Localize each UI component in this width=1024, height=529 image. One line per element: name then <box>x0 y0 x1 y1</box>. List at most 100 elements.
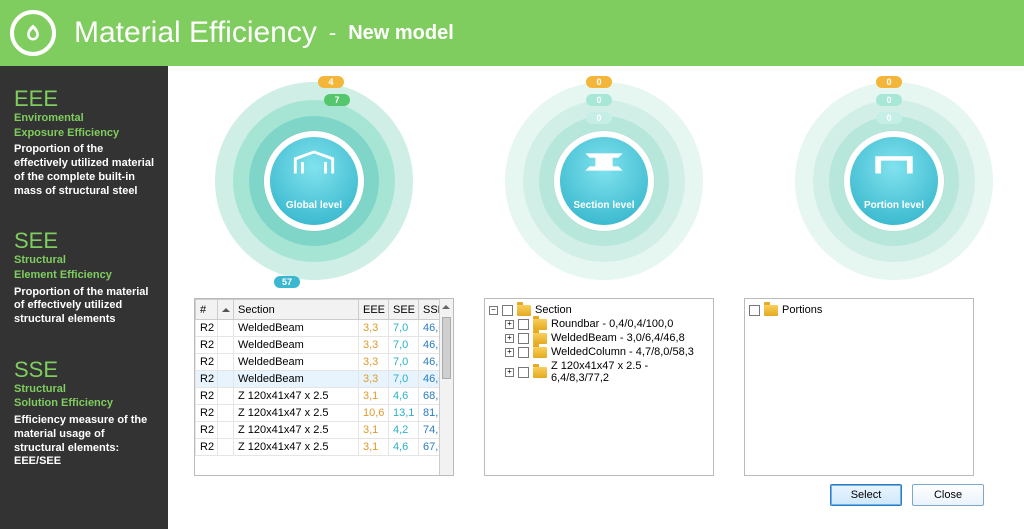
cell-eee: 10,6 <box>359 405 389 422</box>
checkbox[interactable] <box>518 367 529 378</box>
table-row[interactable]: R2Z 120x41x47 x 2.53,14,668,1 <box>196 388 453 405</box>
checkbox[interactable] <box>518 347 529 358</box>
cell-eee: 3,1 <box>359 388 389 405</box>
tree-item-label: WeldedBeam - 3,0/6,4/46,8 <box>551 332 685 344</box>
tree-item[interactable]: + WeldedColumn - 4,7/8,0/58,3 <box>489 345 709 359</box>
close-button[interactable]: Close <box>912 484 984 506</box>
cell-idx: R2 <box>196 439 218 456</box>
expand-icon[interactable]: + <box>505 320 514 329</box>
table-scrollbar[interactable] <box>439 299 453 475</box>
tree-item[interactable]: + Roundbar - 0,4/0,4/100,0 <box>489 317 709 331</box>
def-eee: EEE Enviromental Exposure Efficiency Pro… <box>14 88 154 198</box>
cell-see: 7,0 <box>389 371 419 388</box>
section-table[interactable]: # Section EEE SEE SSE R2WeldedBeam3,37,0… <box>194 298 454 476</box>
title-separator: - <box>329 20 336 46</box>
col-see[interactable]: SEE <box>389 300 419 320</box>
cell-see: 4,6 <box>389 439 419 456</box>
main-area: Global level 4 7 57 Section level 0 0 <box>168 66 1024 529</box>
cell-section: WeldedBeam <box>234 320 359 337</box>
def-sub2: Solution Efficiency <box>14 397 154 410</box>
expand-icon[interactable]: + <box>505 334 514 343</box>
select-button[interactable]: Select <box>830 484 902 506</box>
cell-see: 7,0 <box>389 337 419 354</box>
cell-section: WeldedBeam <box>234 371 359 388</box>
col-section[interactable]: Section <box>234 300 359 320</box>
def-sub1: Structural <box>14 254 154 267</box>
cell-blank <box>218 439 234 456</box>
cell-section: Z 120x41x47 x 2.5 <box>234 422 359 439</box>
cell-section: WeldedBeam <box>234 354 359 371</box>
section-see-pill: 0 <box>586 94 612 106</box>
def-sub2: Exposure Efficiency <box>14 127 154 140</box>
model-name: New model <box>348 22 454 45</box>
cell-idx: R2 <box>196 371 218 388</box>
table-row[interactable]: R2WeldedBeam3,37,046,6 <box>196 337 453 354</box>
col-idx[interactable]: # <box>196 300 218 320</box>
folder-icon <box>533 319 547 330</box>
tree-item[interactable]: + WeldedBeam - 3,0/6,4/46,8 <box>489 331 709 345</box>
dialog-buttons: Select Close <box>194 484 984 506</box>
folder-icon <box>533 347 547 358</box>
cell-section: Z 120x41x47 x 2.5 <box>234 439 359 456</box>
cell-see: 7,0 <box>389 354 419 371</box>
section-eee-pill: 0 <box>586 76 612 88</box>
def-sub1: Enviromental <box>14 112 154 125</box>
table-row[interactable]: R2WeldedBeam3,37,046,6 <box>196 371 453 388</box>
tree-item-label: Roundbar - 0,4/0,4/100,0 <box>551 318 673 330</box>
checkbox[interactable] <box>518 333 529 344</box>
cell-blank <box>218 354 234 371</box>
tree-item[interactable]: + Z 120x41x47 x 2.5 - 6,4/8,3/77,2 <box>489 359 709 385</box>
level-label: Portion level <box>864 200 924 211</box>
expand-icon[interactable]: + <box>505 368 514 377</box>
portion-see-pill: 0 <box>876 94 902 106</box>
col-eee[interactable]: EEE <box>359 300 389 320</box>
cell-eee: 3,3 <box>359 354 389 371</box>
app-logo <box>10 10 56 56</box>
cell-blank <box>218 337 234 354</box>
cell-see: 4,6 <box>389 388 419 405</box>
folder-icon <box>517 305 531 316</box>
portion-level-card[interactable]: Portion level 0 0 0 <box>774 70 1014 292</box>
def-see: SEE Structural Element Efficiency Propor… <box>14 230 154 327</box>
cell-eee: 3,1 <box>359 439 389 456</box>
checkbox[interactable] <box>502 305 513 316</box>
cell-idx: R2 <box>196 422 218 439</box>
tree-item-label: Z 120x41x47 x 2.5 - 6,4/8,3/77,2 <box>551 360 709 384</box>
table-row[interactable]: R2WeldedBeam3,37,046,6 <box>196 320 453 337</box>
cell-idx: R2 <box>196 388 218 405</box>
leaf-icon <box>23 23 43 43</box>
cell-blank <box>218 371 234 388</box>
portion-eee-pill: 0 <box>876 76 902 88</box>
tree-root-label: Section <box>535 304 572 316</box>
table-row[interactable]: R2Z 120x41x47 x 2.53,14,274,9 <box>196 422 453 439</box>
table-row[interactable]: R2Z 120x41x47 x 2.53,14,667,6 <box>196 439 453 456</box>
cell-see: 13,1 <box>389 405 419 422</box>
section-level-core: Section level <box>554 131 654 231</box>
section-level-card[interactable]: Section level 0 0 0 <box>484 70 724 292</box>
cell-eee: 3,3 <box>359 371 389 388</box>
def-desc: Proportion of the material of effectivel… <box>14 286 154 327</box>
tree-root: − Section <box>489 303 709 317</box>
expand-icon[interactable]: + <box>505 348 514 357</box>
collapse-icon[interactable]: − <box>489 306 498 315</box>
tree-item-label: WeldedColumn - 4,7/8,0/58,3 <box>551 346 694 358</box>
header-bar: Material Efficiency - New model <box>0 0 1024 66</box>
portions-tree[interactable]: Portions <box>744 298 974 476</box>
def-sse: SSE Structural Solution Efficiency Effic… <box>14 359 154 469</box>
i-beam-icon <box>581 147 627 177</box>
cell-blank <box>218 388 234 405</box>
global-eee-pill: 4 <box>318 76 344 88</box>
checkbox[interactable] <box>749 305 760 316</box>
table-row[interactable]: R2Z 120x41x47 x 2.510,613,181,3 <box>196 405 453 422</box>
checkbox[interactable] <box>518 319 529 330</box>
global-level-card[interactable]: Global level 4 7 57 <box>194 70 434 292</box>
cell-eee: 3,1 <box>359 422 389 439</box>
table-row[interactable]: R2WeldedBeam3,37,046,6 <box>196 354 453 371</box>
folder-icon <box>533 367 547 378</box>
col-sort-icon[interactable] <box>218 300 234 320</box>
global-sse-pill: 57 <box>274 276 300 288</box>
section-tree[interactable]: − Section + Roundbar - 0,4/0,4/100,0 + Weld… <box>484 298 714 476</box>
def-abbr: EEE <box>14 88 154 110</box>
cell-section: WeldedBeam <box>234 337 359 354</box>
tree-root: Portions <box>749 303 969 317</box>
